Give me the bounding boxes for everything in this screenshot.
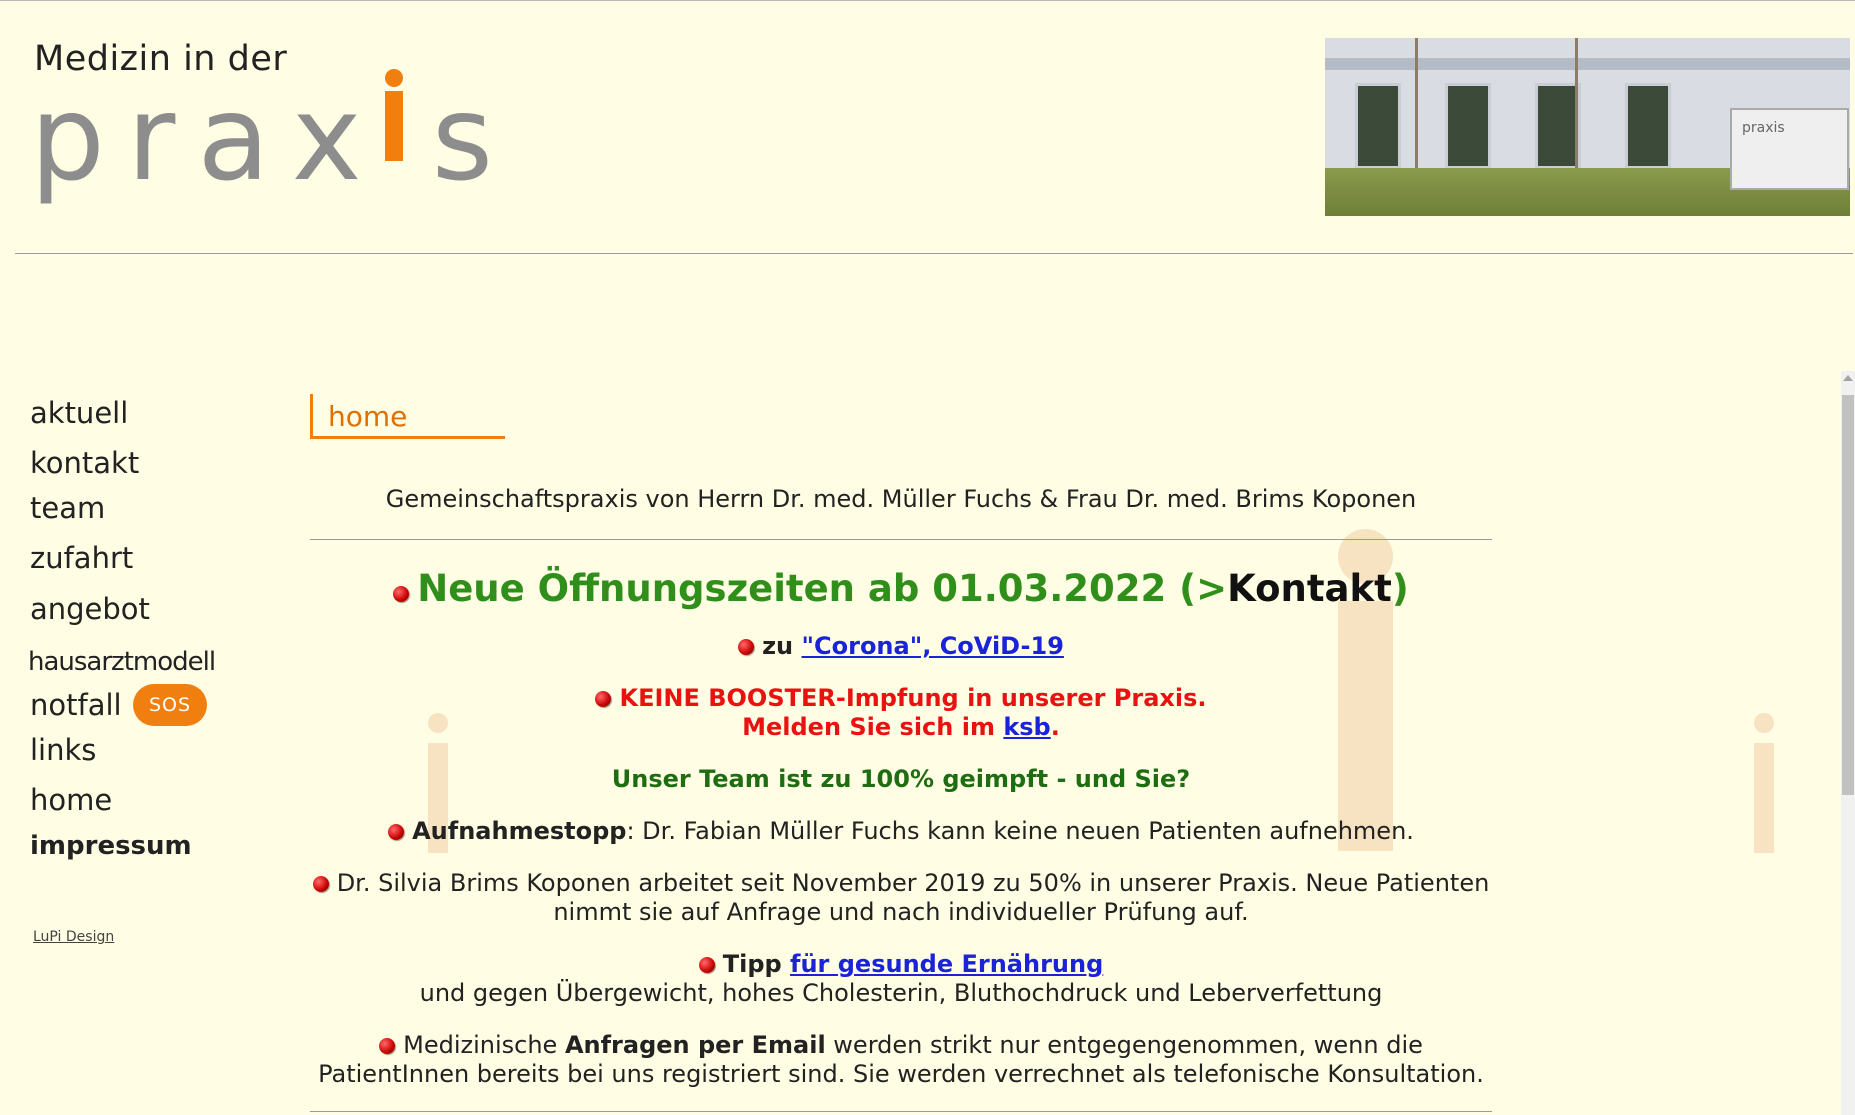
- header-divider: [15, 253, 1853, 254]
- admission-stop-notice: Aufnahmestopp: Dr. Fabian Müller Fuchs k…: [310, 817, 1492, 846]
- nav-item-hausarztmodell[interactable]: hausarztmodell: [28, 647, 216, 677]
- section-title-frame: home: [310, 394, 505, 439]
- silvia-notice: Dr. Silvia Brims Koponen arbeitet seit N…: [310, 869, 1492, 927]
- nav-item-zufahrt[interactable]: zufahrt: [30, 541, 133, 575]
- logo-i-dot: [385, 69, 403, 87]
- nav-item-team[interactable]: team: [30, 491, 105, 525]
- scrollbar-thumb[interactable]: [1842, 395, 1854, 795]
- watermark-i-right-dot: [1754, 713, 1774, 733]
- logo-i-stem: [385, 91, 403, 161]
- bullet-icon: [312, 876, 329, 892]
- team-vaccinated-notice: Unser Team ist zu 100% geimpft - und Sie…: [611, 765, 1191, 793]
- content-divider-bottom: [310, 1111, 1492, 1112]
- nav-item-links[interactable]: links: [30, 733, 96, 767]
- sos-badge[interactable]: SOS: [133, 684, 207, 726]
- nav-item-home[interactable]: home: [30, 783, 112, 817]
- logo-wordmark: praxs: [30, 69, 512, 207]
- site-logo[interactable]: Medizin in der praxs: [30, 31, 500, 211]
- nav-item-impressum[interactable]: impressum: [30, 831, 192, 861]
- practice-building-photo: praxis: [1325, 38, 1850, 216]
- nav-item-notfall[interactable]: notfall: [30, 688, 122, 722]
- intro-text: Gemeinschaftspraxis von Herrn Dr. med. M…: [385, 485, 1417, 513]
- kontakt-link[interactable]: Kontakt: [1227, 567, 1392, 610]
- lupi-design-credit-link[interactable]: LuPi Design: [33, 929, 114, 945]
- main-content: Gemeinschaftspraxis von Herrn Dr. med. M…: [310, 471, 1492, 1112]
- bullet-icon: [698, 957, 715, 973]
- corona-notice: zu "Corona", CoViD-19: [310, 632, 1492, 661]
- headline-opening-hours: Neue Öffnungszeiten ab 01.03.2022 (>Kont…: [310, 568, 1492, 610]
- practice-sign: praxis: [1730, 108, 1849, 190]
- scroll-up-icon[interactable]: [1843, 375, 1853, 381]
- watermark-i-right-stem: [1754, 743, 1774, 853]
- corona-link[interactable]: "Corona", CoViD-19: [802, 632, 1064, 660]
- nutrition-link[interactable]: für gesunde Ernährung: [790, 950, 1103, 978]
- bullet-icon: [738, 639, 755, 655]
- ksb-link[interactable]: ksb: [1003, 713, 1050, 741]
- section-title: home: [328, 400, 408, 433]
- nav-item-angebot[interactable]: angebot: [30, 592, 150, 626]
- nav-item-aktuell[interactable]: aktuell: [30, 396, 128, 430]
- content-divider-top: [310, 539, 1492, 540]
- nutrition-tip: Tipp für gesunde Ernährung und gegen Übe…: [419, 950, 1383, 1007]
- bullet-icon: [379, 1038, 396, 1054]
- bullet-icon: [595, 691, 612, 707]
- bullet-icon: [393, 586, 410, 602]
- page-scrollbar[interactable]: [1841, 371, 1855, 1115]
- bullet-icon: [388, 824, 405, 840]
- booster-notice: KEINE BOOSTER-Impfung in unserer Praxis.…: [310, 684, 1492, 742]
- nav-item-kontakt[interactable]: kontakt: [30, 446, 139, 480]
- email-requests-notice: Medizinische Anfragen per Email werden s…: [318, 1031, 1484, 1088]
